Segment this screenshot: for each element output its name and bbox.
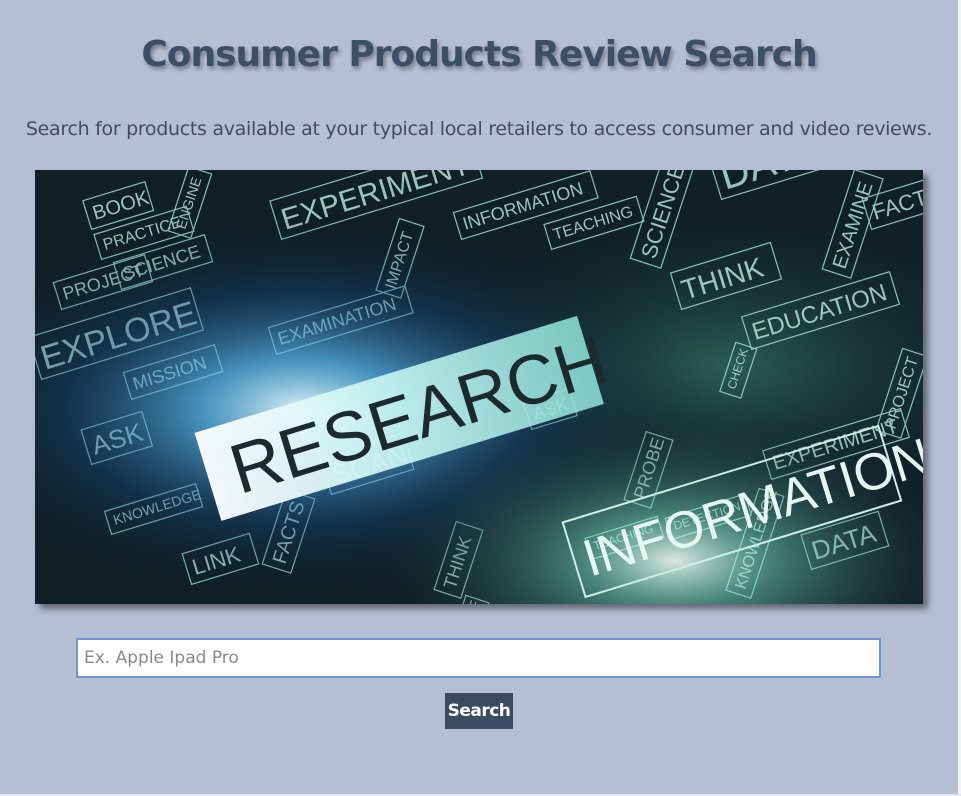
hero-image: EXPERIMENTEXPLOREEDUCATIONTHINKSCIENCEBO… [35, 170, 923, 604]
page-subtitle: Search for products available at your ty… [25, 118, 933, 140]
research-wordcloud-image: EXPERIMENTEXPLOREEDUCATIONTHINKSCIENCEBO… [35, 170, 923, 604]
search-input[interactable] [76, 638, 881, 678]
search-button[interactable]: Search [445, 693, 513, 729]
page-title: Consumer Products Review Search [141, 34, 817, 75]
